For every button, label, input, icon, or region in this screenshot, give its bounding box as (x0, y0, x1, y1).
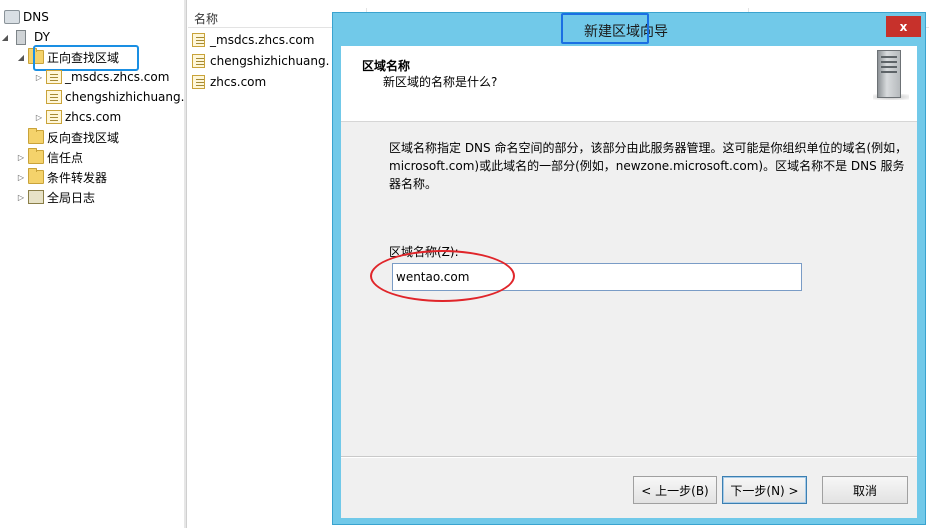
close-icon: x (899, 19, 908, 34)
divider (341, 456, 917, 457)
tree-item-label: 反向查找区域 (47, 130, 120, 145)
server-tower-icon (873, 50, 909, 100)
expand-arrow-icon[interactable]: ▷ (16, 153, 26, 162)
tree-item-label: 全局日志 (47, 190, 96, 205)
expand-arrow-icon[interactable]: ▷ (34, 113, 44, 122)
zone-file-icon (192, 75, 205, 89)
tree-item-zone[interactable]: chengshizhichuang. (34, 87, 184, 107)
collapse-arrow-icon[interactable]: ◢ (0, 33, 10, 42)
list-item[interactable]: zhcs.com (192, 72, 330, 92)
log-icon (28, 190, 44, 204)
tree-item-reverse-zones[interactable]: 反向查找区域 (16, 127, 119, 147)
dialog-body: 区域名称 新区域的名称是什么? 区域名称指定 DNS 命名空间的部分，该部分由此… (341, 46, 917, 518)
tree-item-conditional-forwarders[interactable]: ▷ 条件转发器 (16, 167, 107, 187)
tree-item-label: DNS (23, 10, 49, 24)
list-item-label: zhcs.com (210, 75, 267, 89)
tree-item-dns[interactable]: DNS (2, 7, 49, 27)
zone-file-icon (46, 110, 62, 124)
close-button[interactable]: x (886, 16, 921, 37)
tree-item-label: zhcs.com (65, 110, 122, 124)
tree-item-zone[interactable]: ▷ _msdcs.zhcs.com (34, 67, 169, 87)
dns-manager-window: DNS ◢ DY ◢ 正向查找区域 ▷ _msdcs.zhcs.com chen… (0, 0, 929, 528)
wizard-header: 区域名称 新区域的名称是什么? (341, 46, 917, 122)
new-zone-wizard-dialog: 新建区域向导 x 区域名称 新区域的名称是什么? 区域名称指定 DNS 命名空间… (332, 12, 926, 525)
tree-item-zone[interactable]: ▷ zhcs.com (34, 107, 121, 127)
list-item-label: _msdcs.zhcs.com (210, 33, 315, 47)
dialog-titlebar[interactable]: 新建区域向导 x (333, 13, 925, 46)
pane-splitter[interactable] (184, 0, 187, 528)
expand-arrow-icon[interactable]: ▷ (16, 193, 26, 202)
back-button[interactable]: < 上一步(B) (633, 476, 717, 504)
zone-file-icon (46, 90, 62, 104)
zone-file-icon (192, 33, 205, 47)
folder-icon (28, 148, 44, 164)
dns-icon (4, 10, 20, 24)
zone-file-icon (192, 54, 205, 68)
collapse-arrow-icon[interactable]: ◢ (16, 53, 26, 62)
list-item[interactable]: chengshizhichuang.com (192, 51, 330, 71)
expand-arrow-icon[interactable]: ▷ (16, 173, 26, 182)
zone-name-description: 区域名称指定 DNS 命名空间的部分，该部分由此服务器管理。这可能是你组织单位的… (389, 141, 908, 191)
zone-file-icon (46, 70, 62, 84)
tree-item-global-logs[interactable]: ▷ 全局日志 (16, 187, 95, 207)
wizard-step-subtitle: 新区域的名称是什么? (383, 75, 498, 89)
column-header-name[interactable]: 名称 (194, 10, 218, 27)
expand-arrow-icon[interactable]: ▷ (34, 73, 44, 82)
cancel-button[interactable]: 取消 (822, 476, 908, 504)
list-item-label: chengshizhichuang.com (210, 54, 330, 68)
console-tree: DNS ◢ DY ◢ 正向查找区域 ▷ _msdcs.zhcs.com chen… (0, 0, 184, 528)
tree-item-trust-points[interactable]: ▷ 信任点 (16, 147, 83, 167)
tree-item-label: chengshizhichuang. (65, 90, 185, 104)
folder-icon (28, 128, 44, 144)
tree-item-label: DY (34, 30, 50, 44)
tree-item-label: 条件转发器 (47, 170, 108, 185)
annotation-ellipse (370, 250, 515, 302)
tree-item-label: _msdcs.zhcs.com (65, 70, 170, 84)
next-button[interactable]: 下一步(N) > (722, 476, 807, 504)
tree-item-server[interactable]: ◢ DY (0, 27, 50, 47)
highlight-box (561, 13, 649, 44)
server-icon (16, 29, 26, 45)
folder-icon (28, 168, 44, 184)
list-item[interactable]: _msdcs.zhcs.com (192, 30, 330, 50)
wizard-step-title: 区域名称 (362, 59, 411, 73)
tree-item-label: 信任点 (47, 150, 84, 165)
